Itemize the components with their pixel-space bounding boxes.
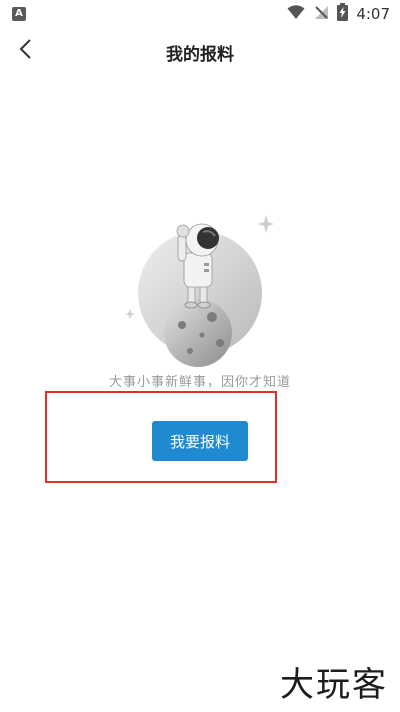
status-bar: A 4:07 — [0, 0, 400, 28]
notification-icon: A — [12, 7, 26, 21]
wifi-icon — [287, 4, 305, 24]
report-button[interactable]: 我要报料 — [152, 421, 248, 461]
empty-state-message: 大事小事新鲜事，因你才知道 — [108, 375, 291, 390]
astronaut-on-moon-illustration — [120, 205, 290, 375]
app-header: 我的报料 — [0, 28, 400, 74]
battery-charging-icon — [337, 3, 349, 25]
watermark-logo: 大玩客 — [280, 665, 388, 705]
page-title: 我的报料 — [166, 45, 234, 65]
status-icons: 4:07 — [287, 3, 390, 25]
status-time: 4:07 — [356, 5, 390, 23]
no-signal-icon — [313, 4, 329, 24]
